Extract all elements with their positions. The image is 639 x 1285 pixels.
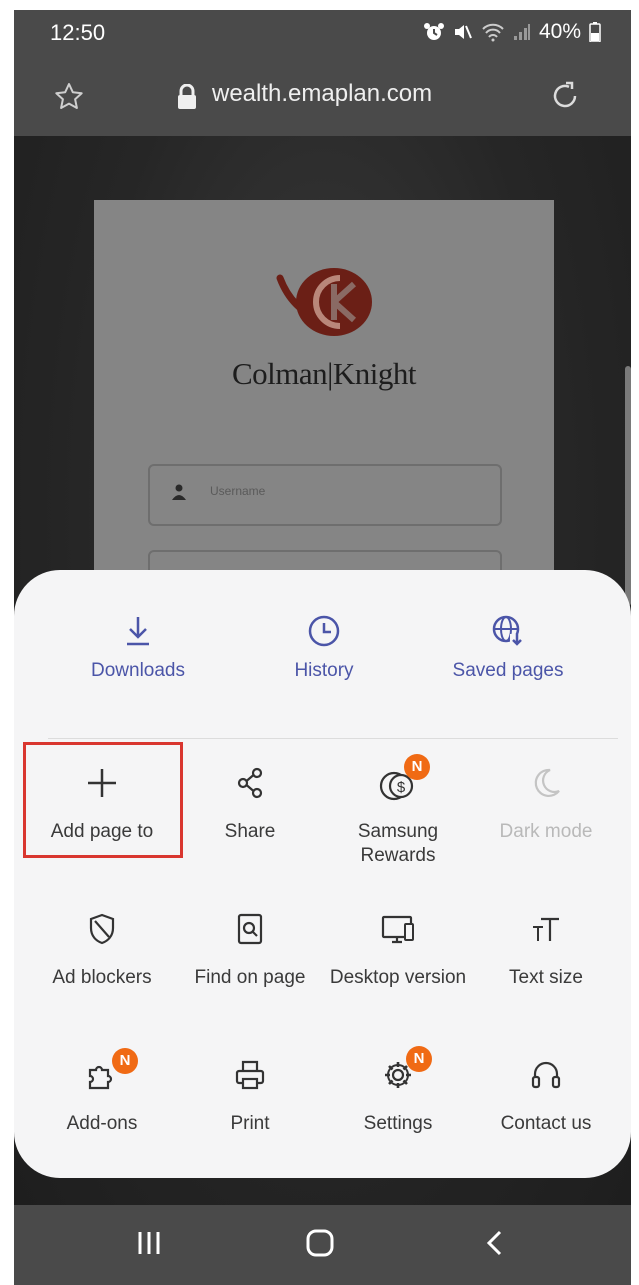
globe-download-icon bbox=[492, 615, 524, 648]
menu-samsung-rewards-label: Samsung Rewards bbox=[357, 821, 439, 866]
user-icon bbox=[172, 484, 186, 500]
menu-downloads-label: Downloads bbox=[91, 660, 185, 681]
text-size-icon bbox=[533, 917, 559, 941]
menu-text-size[interactable]: Text size bbox=[472, 912, 620, 990]
mute-icon bbox=[454, 25, 472, 39]
battery-percent: 40% bbox=[538, 20, 581, 43]
menu-contact-us[interactable]: Contact us bbox=[472, 1058, 620, 1136]
menu-find-on-page-label: Find on page bbox=[194, 967, 306, 988]
username-placeholder: Username bbox=[210, 484, 266, 498]
status-time: 12:50 bbox=[50, 20, 106, 45]
menu-divider bbox=[48, 738, 618, 739]
menu-ad-blockers[interactable]: Ad blockers bbox=[28, 912, 176, 990]
brand-logo-icon bbox=[276, 268, 372, 336]
download-icon bbox=[127, 617, 149, 646]
browser-url-bar: wealth.emaplan.com bbox=[14, 56, 631, 136]
lock-icon bbox=[178, 84, 196, 109]
menu-samsung-rewards[interactable]: $ N Samsung Rewards bbox=[324, 754, 472, 868]
menu-desktop-version-label: Desktop version bbox=[329, 967, 467, 988]
login-panel: Colman|Knight Username bbox=[94, 200, 554, 620]
reload-icon[interactable] bbox=[549, 80, 581, 112]
menu-settings-label: Settings bbox=[363, 1113, 433, 1134]
settings-badge: N bbox=[406, 1046, 432, 1072]
menu-find-on-page[interactable]: Find on page bbox=[176, 912, 324, 990]
url-text[interactable]: wealth.emaplan.com bbox=[212, 80, 432, 108]
shield-icon bbox=[89, 913, 115, 945]
menu-contact-us-label: Contact us bbox=[500, 1113, 592, 1134]
highlight-box bbox=[23, 742, 183, 858]
username-field[interactable]: Username bbox=[148, 464, 502, 526]
svg-text:$: $ bbox=[397, 779, 406, 796]
status-bar: 12:50 40% bbox=[14, 10, 631, 56]
menu-desktop-version[interactable]: Desktop version bbox=[324, 912, 472, 990]
menu-top-row: Downloads History Saved pages bbox=[14, 570, 631, 738]
menu-history-label: History bbox=[294, 660, 354, 681]
menu-settings[interactable]: N Settings bbox=[324, 1046, 472, 1136]
menu-text-size-label: Text size bbox=[509, 967, 583, 988]
menu-ad-blockers-label: Ad blockers bbox=[52, 967, 152, 988]
moon-icon bbox=[534, 768, 560, 798]
menu-dark-mode[interactable]: Dark mode bbox=[472, 766, 620, 844]
signal-icon bbox=[513, 24, 530, 40]
status-icons: 40% bbox=[423, 20, 601, 44]
menu-history[interactable]: History bbox=[224, 614, 424, 682]
menu-saved-pages-label: Saved pages bbox=[452, 660, 564, 681]
recent-apps-icon[interactable] bbox=[136, 1227, 162, 1259]
add-ons-badge: N bbox=[112, 1048, 138, 1074]
clock-icon bbox=[308, 615, 340, 647]
alarm-icon bbox=[423, 23, 444, 40]
menu-add-ons-label: Add-ons bbox=[66, 1113, 138, 1134]
back-icon[interactable] bbox=[482, 1227, 506, 1259]
brand-name: Colman|Knight bbox=[232, 356, 416, 391]
menu-dark-mode-label: Dark mode bbox=[499, 821, 593, 842]
menu-add-ons[interactable]: N Add-ons bbox=[28, 1048, 176, 1136]
battery-icon bbox=[589, 22, 601, 42]
printer-icon bbox=[235, 1060, 265, 1090]
menu-saved-pages[interactable]: Saved pages bbox=[408, 614, 608, 682]
wifi-icon bbox=[482, 23, 504, 42]
browser-menu-sheet: Downloads History Saved pages Add page t… bbox=[14, 570, 631, 1178]
share-icon bbox=[237, 767, 263, 799]
headset-icon bbox=[531, 1061, 561, 1089]
rewards-badge: N bbox=[404, 754, 430, 780]
menu-downloads[interactable]: Downloads bbox=[38, 614, 238, 682]
menu-print-label: Print bbox=[230, 1113, 270, 1134]
find-icon bbox=[237, 913, 263, 945]
menu-share[interactable]: Share bbox=[176, 766, 324, 844]
home-icon[interactable] bbox=[304, 1227, 336, 1259]
menu-print[interactable]: Print bbox=[176, 1058, 324, 1136]
menu-share-label: Share bbox=[224, 821, 276, 842]
system-nav-bar bbox=[14, 1205, 631, 1285]
phone-screen: 12:50 40% wealth.emaplan.com Colman|Knig… bbox=[14, 10, 631, 1285]
bookmark-star-icon[interactable] bbox=[54, 82, 84, 110]
desktop-icon bbox=[381, 915, 414, 944]
